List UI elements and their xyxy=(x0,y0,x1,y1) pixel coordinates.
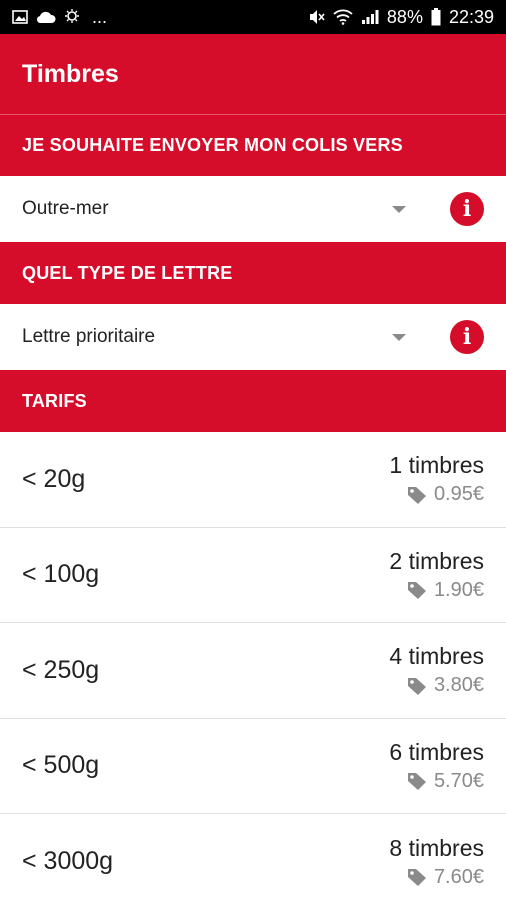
tarif-row: < 3000g 8 timbres 7.60€ xyxy=(0,814,506,900)
tarif-price-line: 3.80€ xyxy=(406,674,484,697)
tarif-price: 5.70€ xyxy=(433,769,484,792)
price-tag-icon xyxy=(406,580,428,600)
tarif-stamps: 4 timbres xyxy=(389,643,484,670)
tarif-details: 2 timbres 1.90€ xyxy=(389,548,484,602)
tarif-weight: < 20g xyxy=(22,464,86,493)
tarif-price-line: 1.90€ xyxy=(406,579,484,602)
tarif-row: < 20g 1 timbres 0.95€ xyxy=(0,432,506,528)
tarif-row: < 250g 4 timbres 3.80€ xyxy=(0,623,506,719)
tarif-price-line: 7.60€ xyxy=(406,866,484,889)
destination-select-value[interactable]: Outre-mer xyxy=(22,198,392,220)
tarif-details: 6 timbres 5.70€ xyxy=(389,739,484,793)
price-tag-icon xyxy=(406,485,428,505)
tarif-weight: < 3000g xyxy=(22,847,114,876)
clock: 22:39 xyxy=(448,6,494,27)
signal-icon xyxy=(361,9,379,25)
tarif-stamps: 2 timbres xyxy=(389,547,484,574)
tarif-price: 1.90€ xyxy=(433,578,484,601)
tarif-list: < 20g 1 timbres 0.95€ < 100g 2 timbres 1… xyxy=(0,432,506,900)
cloud-icon xyxy=(36,10,56,24)
status-bar: ... 88% 22:39 xyxy=(0,0,506,34)
destination-select[interactable]: Outre-mer i xyxy=(0,176,506,242)
tarif-weight: < 250g xyxy=(22,655,100,684)
status-bar-right: 88% 22:39 xyxy=(307,7,494,28)
letter-type-header-label: QUEL TYPE DE LETTRE xyxy=(22,262,233,283)
page-title: Timbres xyxy=(22,59,119,88)
tarif-price: 7.60€ xyxy=(433,865,484,888)
tarif-details: 8 timbres 7.60€ xyxy=(389,835,484,889)
tarif-stamps: 8 timbres xyxy=(389,834,484,861)
tarif-row: < 500g 6 timbres 5.70€ xyxy=(0,719,506,814)
chevron-down-icon[interactable] xyxy=(392,205,406,213)
letter-type-section-header: QUEL TYPE DE LETTRE xyxy=(0,242,506,304)
status-bar-left: ... xyxy=(12,7,107,28)
tarif-price-line: 5.70€ xyxy=(406,770,484,793)
tarif-stamps: 6 timbres xyxy=(389,738,484,765)
battery-percent: 88% xyxy=(386,6,423,27)
info-icon[interactable]: i xyxy=(450,192,484,226)
tarifs-section-header: TARIFS xyxy=(0,370,506,432)
tarif-stamps: 1 timbres xyxy=(389,452,484,479)
status-ellipsis: ... xyxy=(92,6,108,27)
destination-section-header: JE SOUHAITE ENVOYER MON COLIS VERS xyxy=(0,114,506,176)
weather-icon xyxy=(64,8,84,26)
mute-icon xyxy=(307,8,325,26)
letter-type-select-value[interactable]: Lettre prioritaire xyxy=(22,326,392,348)
chevron-down-icon[interactable] xyxy=(392,333,406,341)
tarif-details: 1 timbres 0.95€ xyxy=(389,452,484,506)
price-tag-icon xyxy=(406,771,428,791)
price-tag-icon xyxy=(406,676,428,696)
tarifs-header-label: TARIFS xyxy=(22,390,87,411)
tarif-details: 4 timbres 3.80€ xyxy=(389,643,484,697)
battery-icon xyxy=(431,8,441,26)
tarif-row: < 100g 2 timbres 1.90€ xyxy=(0,528,506,623)
price-tag-icon xyxy=(406,867,428,887)
info-icon[interactable]: i xyxy=(450,320,484,354)
wifi-icon xyxy=(333,9,353,25)
tarif-price-line: 0.95€ xyxy=(406,483,484,506)
tarif-weight: < 500g xyxy=(22,751,100,780)
tarif-weight: < 100g xyxy=(22,560,100,589)
tarif-price: 0.95€ xyxy=(433,483,484,506)
tarif-price: 3.80€ xyxy=(433,674,484,697)
destination-header-label: JE SOUHAITE ENVOYER MON COLIS VERS xyxy=(22,135,403,155)
letter-type-select[interactable]: Lettre prioritaire i xyxy=(0,304,506,370)
app-bar: Timbres xyxy=(0,34,506,114)
image-icon xyxy=(12,9,28,25)
